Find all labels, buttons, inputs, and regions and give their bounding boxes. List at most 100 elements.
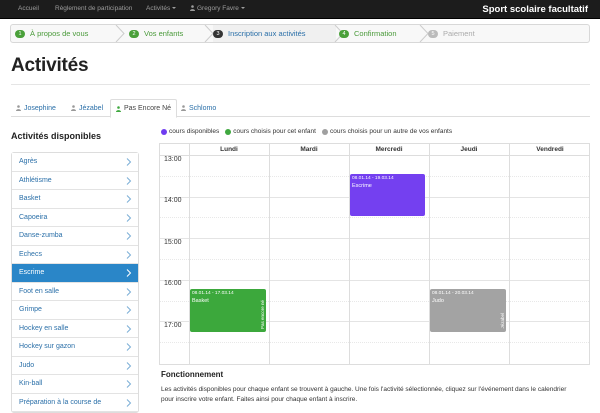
sidebar-item[interactable]: Hockey sur gazon <box>12 338 138 357</box>
chevron-right-icon <box>126 195 132 203</box>
event-date: 08.01.14 - 17.03.14 <box>192 291 234 296</box>
activity-list: Agrès Athlétisme Basket Capoeira Danse-zumba… <box>11 152 139 413</box>
sidebar-item[interactable]: Athlétisme <box>12 171 138 190</box>
sidebar-item-label: Foot en salle <box>19 287 60 295</box>
event-judo[interactable]: 08.01.14 - 20.03.14 Judo Jézabel <box>430 289 506 332</box>
day-header: Mardi <box>300 146 318 153</box>
chevron-right-icon <box>126 269 132 277</box>
sidebar-title: Activités disponibles <box>11 131 102 141</box>
step-label: Inscription aux activités <box>228 29 306 38</box>
wizard-step-paiement[interactable]: 5 Paiement <box>428 25 508 42</box>
event-basket[interactable]: 08.01.14 - 17.03.14 Basket Pas encore né <box>190 289 266 332</box>
calendar-column-divider <box>269 144 270 364</box>
wizard-step-apropos[interactable]: 1 À propos de vous <box>15 25 127 42</box>
chevron-right-icon <box>126 361 132 370</box>
nav-reglement-link[interactable]: Règlement de participation <box>55 5 132 12</box>
sidebar-item[interactable]: Préparation à la course de <box>12 393 138 412</box>
nav-user-dropdown[interactable]: Gregory Favre <box>190 5 245 12</box>
sidebar-item[interactable]: Echecs <box>12 245 138 264</box>
nav-accueil-link[interactable]: Accueil <box>18 5 39 12</box>
tab-jezabel[interactable]: Jézabel <box>66 99 108 117</box>
sidebar-item-label: Grimpe <box>19 306 42 314</box>
sidebar-item-label: Escrime <box>19 269 45 277</box>
tab-pas-encore-ne[interactable]: Pas Encore Né <box>110 99 178 118</box>
chevron-right-icon <box>126 232 132 240</box>
time-label: 16:00 <box>164 280 182 287</box>
legend-dot-icon <box>225 128 232 135</box>
chevron-right-icon <box>126 213 132 222</box>
legend-item: cours choisis pour un autre de vos enfan… <box>321 128 453 135</box>
calendar-column-divider <box>509 144 510 364</box>
nav-activites-dropdown[interactable]: Activités <box>146 5 177 12</box>
step-number-badge: 5 <box>428 29 438 38</box>
sidebar-item-label: Athlétisme <box>19 176 52 184</box>
calendar-header-divider <box>160 155 589 156</box>
calendar-row-divider <box>160 342 589 343</box>
sidebar-item-label: Agrès <box>19 158 38 166</box>
sidebar-item[interactable]: Grimpe <box>12 301 138 320</box>
legend-item: cours choisis pour cet enfant <box>225 128 316 135</box>
sidebar-item[interactable]: Basket <box>12 190 138 209</box>
tab-label: Josephine <box>24 104 56 112</box>
fonctionnement-title: Fonctionnement <box>161 370 224 379</box>
sidebar-item[interactable]: Foot en salle <box>12 282 138 301</box>
tab-schlomo[interactable]: Schlomo <box>176 99 221 117</box>
event-name: Escrime <box>352 183 372 189</box>
legend-label: cours choisis pour un autre de vos enfan… <box>329 128 453 135</box>
calendar-column-divider <box>189 144 190 364</box>
nav-activites-label: Activités <box>146 5 171 12</box>
time-label: 14:00 <box>164 197 182 204</box>
sidebar-item-label: Basket <box>19 195 41 203</box>
time-label: 13:00 <box>164 156 182 163</box>
sidebar-item[interactable]: Capoeira <box>12 208 138 227</box>
wizard-steps: 1 À propos de vous 2 Vos enfants 3 Inscr… <box>10 24 590 43</box>
user-icon <box>181 105 186 111</box>
legend-label: cours choisis pour cet enfant <box>233 128 316 135</box>
sidebar-item-label: Hockey en salle <box>19 324 69 332</box>
fonctionnement-text: Les activités disponibles pour chaque en… <box>161 386 567 403</box>
day-header: Lundi <box>220 146 238 153</box>
sidebar-item-label: Capoeira <box>19 213 48 221</box>
event-escrime[interactable]: 08.01.14 - 19.03.14 Escrime <box>350 174 425 216</box>
sidebar-item[interactable]: Escrime <box>12 264 138 283</box>
brand-title[interactable]: Sport scolaire facultatif <box>482 4 588 15</box>
legend-dot-icon <box>161 128 167 135</box>
nav-user-label: Gregory Favre <box>197 5 239 12</box>
step-number-badge: 3 <box>213 29 223 38</box>
page-title: Activités <box>11 55 89 76</box>
sidebar-item[interactable]: Judo <box>12 356 138 375</box>
chevron-right-icon <box>126 343 132 351</box>
calendar-row-divider <box>160 238 589 239</box>
wizard-step-enfants[interactable]: 2 Vos enfants <box>129 25 209 42</box>
calendar-column-divider <box>429 144 430 364</box>
tab-josephine[interactable]: Josephine <box>11 99 61 117</box>
legend-item: cours disponibles <box>161 128 219 135</box>
sidebar-item-label: Judo <box>19 361 35 369</box>
step-number-badge: 1 <box>15 29 25 38</box>
week-calendar: Lundi Mardi Mercredi Jeudi Vendredi 13:0… <box>159 143 590 365</box>
divider <box>11 84 590 85</box>
calendar-row-divider <box>160 217 589 218</box>
day-header: Mercredi <box>375 146 403 153</box>
sidebar-item[interactable]: Hockey en salle <box>12 319 138 338</box>
chevron-down-icon <box>240 7 245 10</box>
event-date: 08.01.14 - 19.03.14 <box>352 176 394 181</box>
event-name: Judo <box>432 298 444 304</box>
sidebar-item[interactable]: Kin-ball <box>12 375 138 394</box>
step-number-badge: 4 <box>339 29 349 38</box>
calendar-row-divider <box>160 280 589 281</box>
user-icon <box>116 105 121 112</box>
top-navbar: Accueil Règlement de participation Activ… <box>0 0 600 19</box>
sidebar-item-label: Kin-ball <box>19 380 43 388</box>
sidebar-item[interactable]: Danse-zumba <box>12 227 138 246</box>
sidebar-item[interactable]: Agrès <box>12 153 138 172</box>
step-label: Confirmation <box>354 29 397 38</box>
chevron-right-icon <box>126 380 132 388</box>
calendar-row-divider <box>160 259 589 260</box>
legend-dot-icon <box>321 128 328 135</box>
wizard-step-inscription[interactable]: 3 Inscription aux activités <box>213 25 336 42</box>
sidebar-item-label: Danse-zumba <box>19 232 63 240</box>
user-icon <box>16 105 21 111</box>
wizard-step-confirmation[interactable]: 4 Confirmation <box>339 25 424 42</box>
children-tabs: Josephine Jézabel Pas Encore Né Schlomo <box>11 99 590 118</box>
